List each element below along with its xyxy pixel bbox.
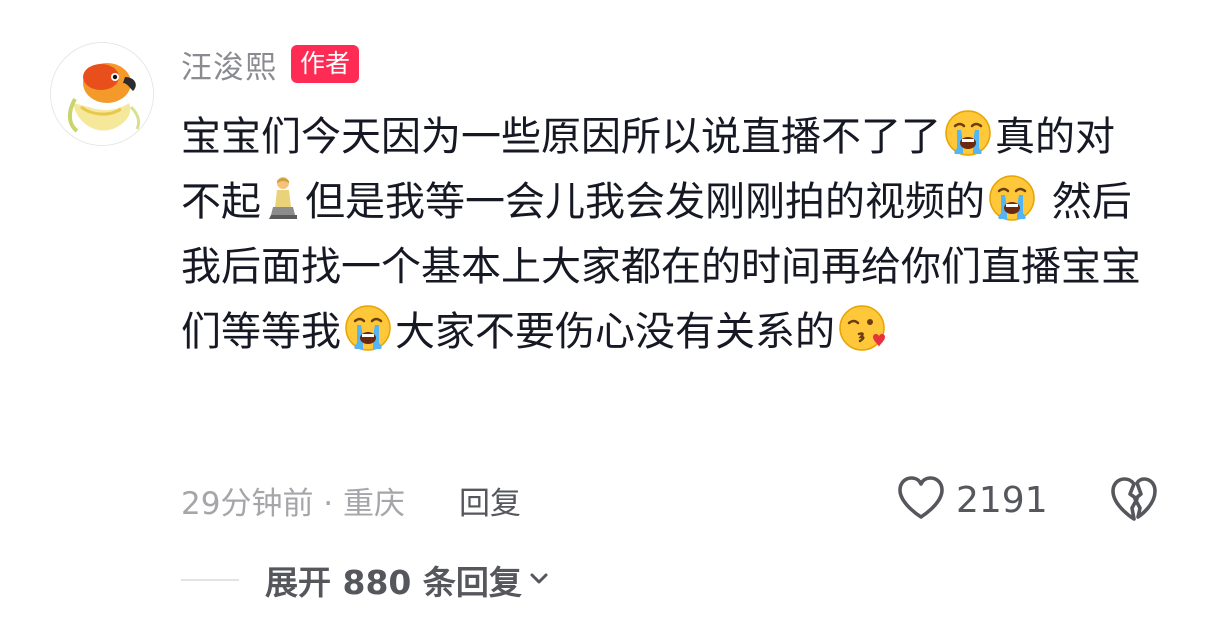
expand-replies-row: 展开 880 条回复: [181, 556, 550, 604]
like-button[interactable]: 2191: [896, 472, 1048, 528]
comment-text: 宝宝们今天因为一些原因所以说直播不了了 真的对不起 但是我等一会儿我会发刚刚拍的视频…: [181, 105, 1141, 365]
time-location: 29分钟前 · 重庆: [181, 485, 406, 522]
crying-face-emoji: [987, 173, 1037, 223]
author-badge: 作者: [291, 45, 360, 83]
divider-line: [181, 579, 239, 581]
reply-button[interactable]: 回复: [459, 478, 521, 523]
chevron-down-icon: [528, 567, 550, 593]
comment-segment: 宝宝们今天因为一些原因所以说直播不了了: [181, 114, 941, 160]
comment-segment: 大家不要伤心没有关系的: [395, 309, 835, 355]
heart-outline-icon: [896, 475, 946, 525]
comment-meta: 29分钟前 · 重庆 回复: [181, 476, 521, 524]
avatar[interactable]: [50, 42, 154, 146]
like-count: 2191: [956, 479, 1048, 521]
kissing-face-emoji: [837, 303, 887, 353]
dislike-button[interactable]: [1108, 474, 1160, 526]
parrot-avatar-icon: [51, 43, 153, 145]
kneeling-person-emoji: [263, 173, 303, 223]
expand-replies-label: 展开 880 条回复: [265, 563, 522, 602]
broken-heart-icon: [1108, 477, 1160, 528]
expand-replies-button[interactable]: 展开 880 条回复: [265, 556, 550, 604]
crying-face-emoji: [343, 303, 393, 353]
comment-segment: 但是我等一会儿我会发刚刚拍的视频的: [305, 179, 985, 225]
author-name[interactable]: 汪浚熙: [181, 42, 277, 87]
author-row: 汪浚熙 作者: [181, 42, 360, 87]
crying-face-emoji: [943, 108, 993, 158]
